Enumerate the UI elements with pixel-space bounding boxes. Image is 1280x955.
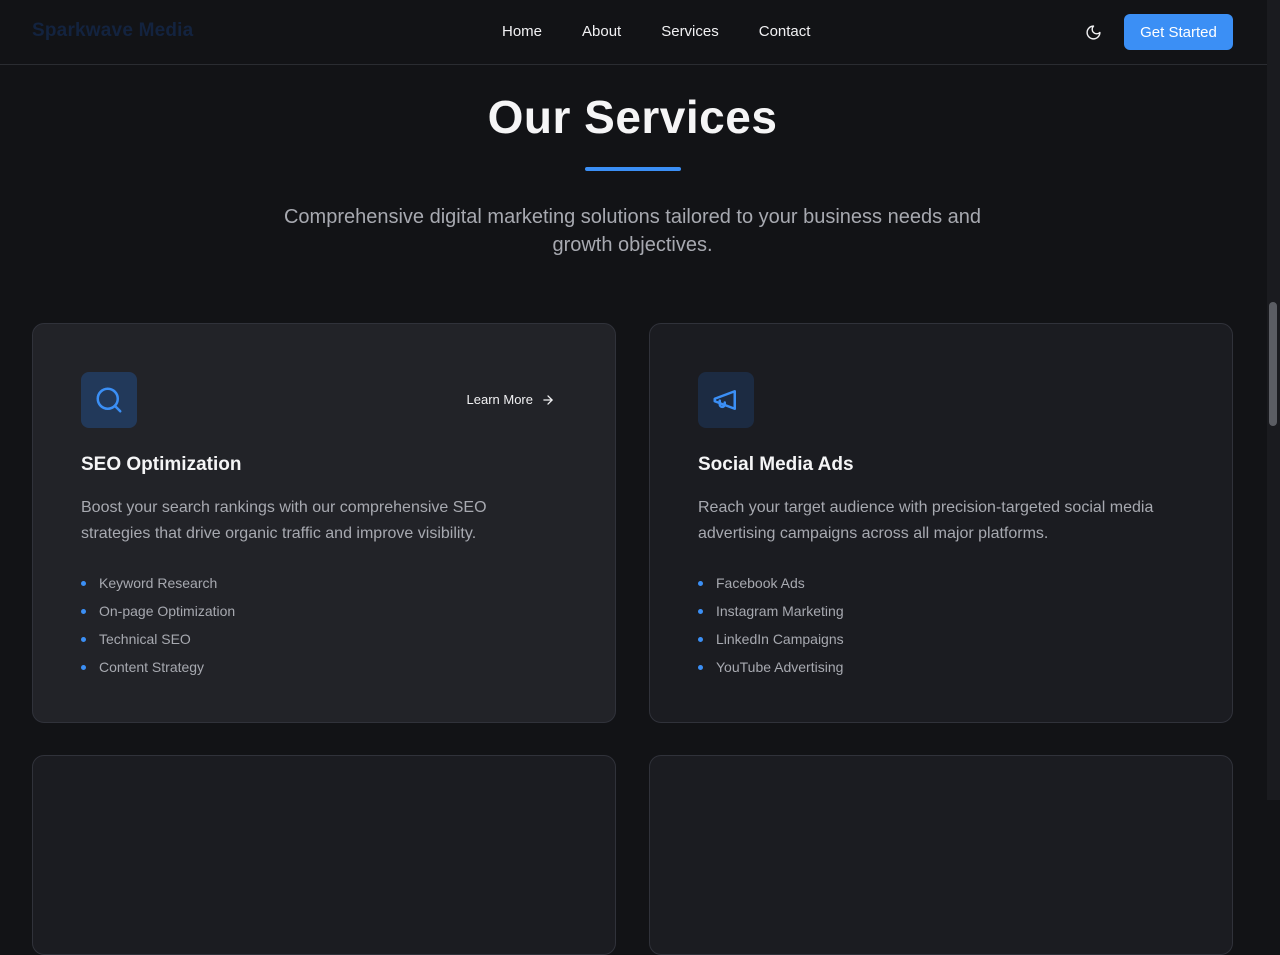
- card-title: SEO Optimization: [81, 454, 242, 475]
- search-icon: [96, 387, 122, 413]
- feature-item: Technical SEO: [81, 625, 235, 653]
- card-description: Boost your search rankings with our comp…: [81, 499, 487, 542]
- feature-item: YouTube Advertising: [698, 653, 844, 681]
- bullet-dot: [698, 581, 703, 586]
- feature-label: Facebook Ads: [716, 575, 805, 591]
- bullet-dot: [81, 637, 86, 642]
- learn-more-link[interactable]: Learn More: [467, 392, 555, 407]
- bullet-dot: [698, 637, 703, 642]
- feature-label: Content Strategy: [99, 659, 205, 675]
- scrollbar-thumb[interactable]: [1269, 302, 1277, 426]
- nav-link-services[interactable]: Services: [641, 22, 739, 42]
- nav-link-about[interactable]: About: [562, 22, 641, 42]
- bullet-dot: [81, 665, 86, 670]
- service-icon-box: [81, 372, 137, 428]
- section-subtitle: Comprehensive digital marketing solution…: [283, 206, 982, 256]
- feature-item: Content Strategy: [81, 653, 235, 681]
- feature-item: Instagram Marketing: [698, 597, 844, 625]
- service-card-social-media[interactable]: Social Media Ads Reach your target audie…: [649, 323, 1233, 723]
- feature-item: LinkedIn Campaigns: [698, 625, 844, 653]
- service-card-partial[interactable]: [649, 755, 1233, 955]
- service-card-partial[interactable]: [32, 755, 616, 955]
- feature-label: Technical SEO: [99, 631, 191, 647]
- bullet-dot: [81, 581, 86, 586]
- feature-label: On-page Optimization: [99, 603, 236, 619]
- card-description: Reach your target audience with precisio…: [698, 499, 1154, 542]
- arrow-right-icon: [543, 394, 553, 405]
- bullet-dot: [698, 609, 703, 614]
- section-title: Our Services: [487, 91, 778, 143]
- bullet-dot: [698, 665, 703, 670]
- feature-label: Instagram Marketing: [716, 603, 844, 619]
- feature-list: Keyword Research On-page Optimization Te…: [81, 569, 235, 681]
- title-underline: [585, 167, 681, 171]
- bullet-dot: [81, 609, 86, 614]
- nav-link-home[interactable]: Home: [482, 22, 562, 42]
- feature-label: YouTube Advertising: [716, 659, 844, 675]
- moon-icon: [1085, 24, 1101, 40]
- feature-list: Facebook Ads Instagram Marketing LinkedI…: [698, 569, 844, 681]
- page-scrollbar[interactable]: [1267, 0, 1280, 800]
- feature-item: Facebook Ads: [698, 569, 844, 597]
- theme-toggle-button[interactable]: [1080, 19, 1106, 45]
- feature-label: LinkedIn Campaigns: [716, 631, 844, 647]
- site-header: Sparkwave Media Home About Services Cont…: [0, 0, 1267, 65]
- main-nav: Home About Services Contact: [482, 22, 830, 42]
- nav-link-contact[interactable]: Contact: [739, 22, 831, 42]
- megaphone-icon: [713, 390, 736, 410]
- get-started-button[interactable]: Get Started: [1124, 14, 1233, 50]
- card-title: Social Media Ads: [698, 454, 854, 475]
- service-card-seo[interactable]: Learn More SEO Optimization Boost your s…: [32, 323, 616, 723]
- feature-item: On-page Optimization: [81, 597, 235, 625]
- feature-item: Keyword Research: [81, 569, 235, 597]
- feature-label: Keyword Research: [99, 575, 218, 591]
- site-logo[interactable]: Sparkwave Media: [32, 20, 193, 42]
- learn-more-label: Learn More: [466, 392, 533, 407]
- service-icon-box: [698, 372, 754, 428]
